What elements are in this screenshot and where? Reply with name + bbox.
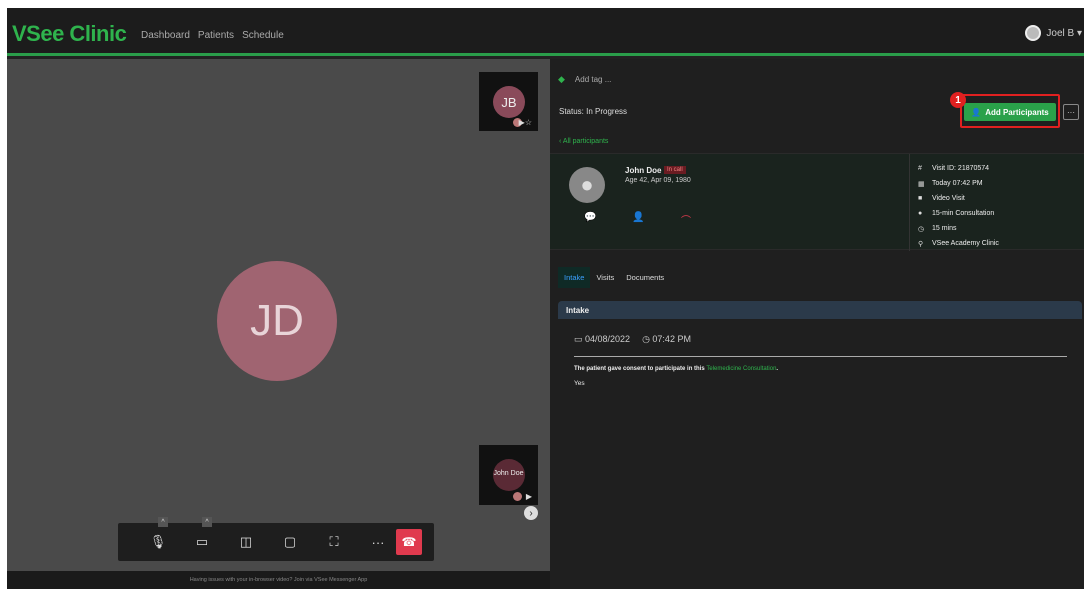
chat-icon[interactable]: 💬 (584, 212, 596, 223)
visit-reason-row: ● 15-min Consultation (918, 206, 999, 221)
clock-icon: ◷ (642, 334, 653, 344)
share-screen-button[interactable]: ◫ (224, 523, 268, 561)
main-video-avatar: JD (217, 261, 337, 381)
in-call-badge: In call (664, 166, 686, 174)
tag-icon: ◆ (558, 74, 565, 84)
consent-text: The patient gave consent to participate … (574, 366, 705, 372)
visit-duration-row: ◷ 15 mins (918, 221, 999, 236)
chat-icon: ▢ (283, 534, 297, 549)
visit-duration: 15 mins (932, 225, 957, 232)
camera-off-icon: ▶ (525, 492, 532, 501)
nav-patients[interactable]: Patients (198, 30, 234, 41)
record-tabs: Intake Visits Documents (558, 267, 670, 288)
participant-card: ● John Doe In call Age 42, Apr 09, 1980 … (550, 153, 1084, 251)
hang-up-icon[interactable]: ⌒ (681, 212, 691, 227)
visit-info-list: # Visit ID: 21870574 ▦ Today 07:42 PM ■ Vid… (918, 161, 999, 251)
all-participants-link[interactable]: ‹ All participants (559, 138, 608, 145)
camera-toggle-button[interactable]: ▭ ^ (180, 517, 224, 561)
calendar-icon: ▦ (918, 180, 925, 188)
self-video-thumbnail[interactable]: JB ▶☆ (479, 72, 538, 131)
call-controls: 🎙 ^ ▭ ^ ◫ ▢ ⛶ ··· ☎ (118, 517, 434, 561)
visit-time: Today 07:42 PM (932, 180, 983, 187)
next-thumbnail-icon[interactable]: › (524, 506, 538, 520)
patient-name[interactable]: John Doe (625, 166, 661, 175)
tag-row[interactable]: ◆ Add tag ... (558, 74, 611, 85)
intake-date: ▭ 04/08/2022 (574, 334, 630, 345)
user-avatar-icon (1025, 25, 1042, 41)
intake-time: ◷ 07:42 PM (642, 334, 691, 345)
nav-links: Dashboard Patients Schedule (141, 30, 284, 41)
more-icon: ··· (371, 534, 385, 550)
visit-time-row: ▦ Today 07:42 PM (918, 176, 999, 191)
consent-question: The patient gave consent to participate … (574, 366, 778, 372)
camera-off-star-icon: ▶☆ (518, 118, 532, 127)
video-icon: ■ (918, 195, 923, 202)
calendar-icon: ▭ (574, 334, 586, 344)
user-menu[interactable]: Joel B ▾ (1025, 25, 1082, 41)
self-avatar: JB (493, 86, 525, 118)
intake-time-value: 07:42 PM (652, 334, 691, 344)
divider (574, 356, 1067, 357)
visit-id: Visit ID: 21870574 (932, 165, 990, 172)
top-nav: VSee Clinic Dashboard Patients Schedule … (7, 8, 1084, 56)
add-user-icon: 👤 (971, 107, 982, 117)
add-participants-label: Add Participants (985, 107, 1049, 117)
consent-answer: Yes (574, 380, 585, 387)
visit-clinic: VSee Academy Clinic (932, 240, 999, 247)
info-icon: ● (918, 210, 923, 217)
hash-icon: # (918, 165, 922, 172)
more-options-button[interactable]: ··· (356, 523, 400, 561)
visit-reason: 15-min Consultation (932, 210, 995, 217)
mic-options-caret-icon[interactable]: ^ (158, 517, 168, 527)
intake-header: Intake (558, 301, 1082, 319)
app-window: VSee Clinic Dashboard Patients Schedule … (7, 8, 1084, 589)
patient-avatar-icon: ● (569, 167, 605, 203)
share-screen-icon: ◫ (239, 534, 253, 549)
self-initials: JB (501, 94, 517, 110)
nav-dashboard[interactable]: Dashboard (141, 30, 190, 41)
tab-visits[interactable]: Visits (590, 267, 620, 288)
panel-more-button[interactable]: ··· (1063, 104, 1079, 120)
tab-intake[interactable]: Intake (558, 267, 591, 288)
step-number-badge: 1 (950, 92, 966, 108)
tab-documents[interactable]: Documents (620, 267, 670, 288)
camera-options-caret-icon[interactable]: ^ (202, 517, 212, 527)
browser-issue-note[interactable]: Having issues with your in-browser video… (7, 571, 550, 589)
visit-clinic-row: ⚲ VSee Academy Clinic (918, 236, 999, 251)
mic-off-icon: 🎙 (149, 534, 167, 549)
camera-off-icon: ▭ (195, 534, 209, 549)
patient-video-thumbnail[interactable]: John Doe ▶ (479, 445, 538, 505)
add-tag-label: Add tag ... (574, 75, 612, 84)
brand-logo[interactable]: VSee Clinic (12, 21, 127, 47)
user-name: Joel B ▾ (1046, 27, 1082, 39)
chat-button[interactable]: ▢ (268, 523, 312, 561)
edit-user-icon[interactable]: 👤 (632, 212, 644, 223)
fullscreen-icon: ⛶ (329, 534, 339, 549)
intake-datetime: ▭ 04/08/2022 ◷ 07:42 PM (574, 334, 691, 345)
divider (909, 154, 910, 251)
visit-panel: ◆ Add tag ... Status: In Progress 👤 Add … (550, 59, 1084, 589)
visit-type: Video Visit (932, 195, 965, 202)
add-participants-button[interactable]: 👤 Add Participants (964, 103, 1056, 121)
status-dot-icon (513, 492, 522, 501)
patient-thumb-name: John Doe (493, 470, 524, 477)
fullscreen-button[interactable]: ⛶ (312, 523, 356, 561)
main-video-initials: JD (250, 296, 304, 345)
nav-schedule[interactable]: Schedule (242, 30, 284, 41)
intake-date-value: 04/08/2022 (585, 334, 631, 344)
mute-mic-button[interactable]: 🎙 ^ (136, 517, 180, 561)
patient-age-dob: Age 42, Apr 09, 1980 (625, 177, 691, 184)
visit-id-row: # Visit ID: 21870574 (918, 161, 999, 176)
video-area: JD JB ▶☆ John Doe ▶ › (7, 59, 550, 571)
hang-up-icon: ☎ (401, 535, 417, 549)
consent-link[interactable]: Telemedicine Consultation (706, 366, 776, 372)
visit-type-row: ■ Video Visit (918, 191, 999, 206)
location-icon: ⚲ (918, 240, 924, 248)
clock-icon: ◷ (918, 225, 925, 233)
visit-status: Status: In Progress (559, 107, 628, 116)
end-call-button[interactable]: ☎ (396, 529, 422, 555)
consent-period: . (776, 366, 779, 372)
